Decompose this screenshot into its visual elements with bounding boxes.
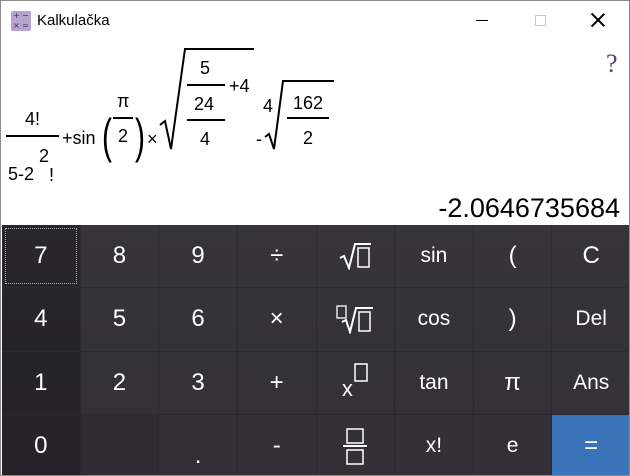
key-equals[interactable]: =	[552, 414, 629, 475]
inner-denominator: 4	[200, 129, 211, 149]
help-button[interactable]: ?	[606, 49, 618, 79]
key-right-paren[interactable]: )	[473, 288, 552, 351]
calculator-window: + − × = Kalkulačka ? 4! 5-2 2 ! +sin ( π…	[0, 0, 630, 476]
key-pi[interactable]: π	[473, 351, 552, 414]
minimize-icon	[476, 19, 488, 21]
key-divide[interactable]: ÷	[237, 225, 316, 288]
close-button[interactable]	[569, 1, 627, 39]
key-nth-root[interactable]	[316, 288, 395, 351]
power-base: x	[341, 375, 353, 401]
frac1-factorial: !	[49, 165, 55, 185]
key-8[interactable]: 8	[80, 225, 159, 288]
minimize-button[interactable]	[453, 1, 511, 39]
key-6[interactable]: 6	[159, 288, 237, 351]
pi-bar	[113, 117, 133, 119]
key-1[interactable]: 1	[2, 351, 80, 414]
title-bar: + − × = Kalkulačka	[1, 1, 629, 39]
left-paren: (	[102, 110, 112, 164]
key-decimal[interactable]: .	[159, 414, 237, 475]
pi-numerator: π	[117, 91, 130, 111]
key-factorial[interactable]: x!	[395, 414, 473, 475]
key-9[interactable]: 9	[159, 225, 237, 288]
calculator-app-icon: + − × =	[11, 11, 31, 31]
key-tan[interactable]: tan	[395, 351, 473, 414]
times-sign: ×	[147, 129, 158, 149]
exponent-box-icon	[354, 362, 368, 382]
key-delete[interactable]: Del	[552, 288, 629, 351]
fraction-icon	[343, 428, 368, 465]
key-e[interactable]: e	[473, 414, 552, 475]
inner-bar-bottom	[187, 119, 225, 121]
key-fraction[interactable]	[316, 414, 395, 475]
key-5[interactable]: 5	[80, 288, 159, 351]
frac1-exponent: 2	[39, 146, 50, 166]
right-paren: )	[135, 110, 145, 164]
key-cos[interactable]: cos	[395, 288, 473, 351]
root2-denominator: 2	[303, 128, 314, 148]
frac1-denominator: 5-2	[8, 164, 35, 184]
root-sign-icon	[264, 80, 334, 150]
key-sin[interactable]: sin	[395, 225, 473, 288]
window-title: Kalkulačka	[37, 12, 110, 29]
key-ans[interactable]: Ans	[552, 351, 629, 414]
calculator-display: ? 4! 5-2 2 ! +sin ( π 2 ) × 5 24 4 +4 4 …	[1, 39, 629, 225]
square-root-icon	[339, 243, 372, 271]
key-plus[interactable]: +	[237, 351, 316, 414]
frac1-bar	[6, 135, 59, 137]
pi-denominator: 2	[118, 126, 129, 146]
key-sqrt[interactable]	[316, 225, 395, 288]
root2-bar	[287, 117, 329, 119]
plus-four: +4	[229, 76, 250, 96]
inner-numerator: 5	[200, 58, 211, 78]
maximize-icon	[534, 14, 546, 26]
decimal-label: .	[194, 441, 202, 469]
key-clear[interactable]: C	[552, 225, 629, 288]
keypad: 7 8 9 ÷ sin ( C 4 5 6 × cos ) Del 1 2 3 …	[2, 225, 629, 475]
key-multiply[interactable]: ×	[237, 288, 316, 351]
frac1-numerator: 4!	[25, 109, 41, 129]
key-left-paren[interactable]: (	[473, 225, 552, 288]
key-2[interactable]: 2	[80, 351, 159, 414]
close-icon	[591, 13, 605, 27]
key-power[interactable]: x	[316, 351, 395, 414]
inner-middle: 24	[194, 94, 215, 114]
minus-sign: -	[256, 129, 262, 149]
result-value: -2.0646735684	[438, 193, 620, 223]
key-7[interactable]: 7	[2, 225, 80, 288]
key-minus[interactable]: -	[237, 414, 316, 475]
key-empty	[81, 415, 159, 475]
nth-root-icon	[336, 305, 374, 335]
root2-numerator: 162	[293, 93, 324, 113]
key-4[interactable]: 4	[2, 288, 80, 351]
plus-sin: +sin	[62, 128, 96, 148]
key-0[interactable]: 0	[2, 414, 80, 475]
inner-bar-top	[187, 84, 225, 86]
expression-view[interactable]: 4! 5-2 2 ! +sin ( π 2 ) × 5 24 4 +4 4 -	[1, 39, 601, 189]
maximize-button[interactable]	[511, 1, 569, 39]
key-3[interactable]: 3	[159, 351, 237, 414]
